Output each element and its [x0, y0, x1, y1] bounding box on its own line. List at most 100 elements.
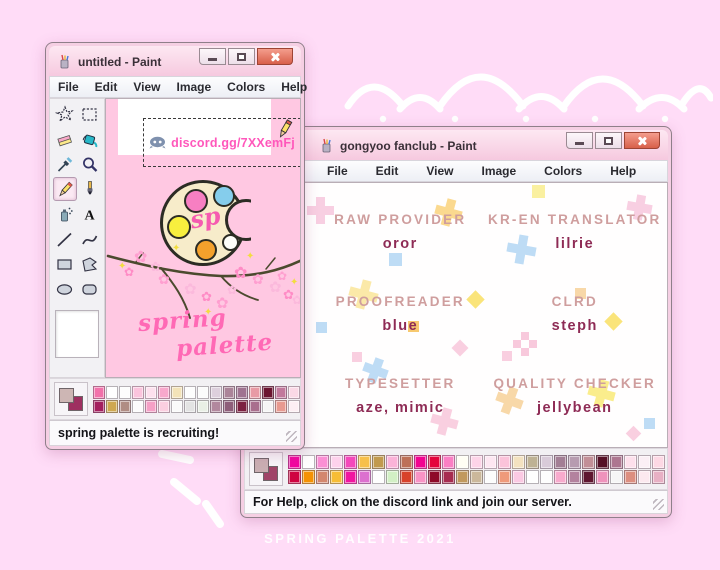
color-swatch[interactable] [93, 385, 105, 399]
color-swatch[interactable] [197, 399, 209, 413]
color-swatch[interactable] [512, 469, 525, 484]
color-swatch[interactable] [316, 454, 329, 469]
color-swatch[interactable] [93, 399, 105, 413]
color-swatch[interactable] [236, 399, 248, 413]
color-swatch[interactable] [249, 399, 261, 413]
color-swatch[interactable] [624, 454, 637, 469]
tool-ellipse[interactable] [53, 277, 77, 301]
color-swatch[interactable] [568, 469, 581, 484]
color-swatch[interactable] [275, 399, 287, 413]
color-swatch[interactable] [540, 454, 553, 469]
color-swatch[interactable] [582, 454, 595, 469]
color-swatch[interactable] [568, 454, 581, 469]
menu-item-file[interactable]: File [50, 80, 87, 94]
menu-item-image[interactable]: Image [168, 80, 219, 94]
tool-rectangle[interactable] [53, 252, 77, 276]
color-swatch[interactable] [145, 385, 157, 399]
color-swatch[interactable] [386, 469, 399, 484]
color-swatch[interactable] [414, 454, 427, 469]
menu-item-view[interactable]: View [125, 80, 168, 94]
tool-line[interactable] [53, 227, 77, 251]
color-swatch[interactable] [400, 469, 413, 484]
menu-item-help[interactable]: Help [273, 80, 315, 94]
tool-airbrush[interactable] [53, 202, 77, 226]
tool-fill[interactable] [78, 127, 102, 151]
color-swatch[interactable] [610, 469, 623, 484]
tool-brush[interactable] [78, 177, 102, 201]
tool-options-box[interactable] [55, 310, 99, 358]
color-swatch[interactable] [652, 469, 665, 484]
color-swatch[interactable] [275, 385, 287, 399]
color-swatch[interactable] [470, 454, 483, 469]
color-swatch[interactable] [512, 454, 525, 469]
color-swatch[interactable] [249, 385, 261, 399]
color-swatch[interactable] [158, 385, 170, 399]
color-swatch[interactable] [210, 399, 222, 413]
color-swatch[interactable] [288, 469, 301, 484]
color-swatch[interactable] [470, 469, 483, 484]
color-swatch[interactable] [210, 385, 222, 399]
color-swatch[interactable] [400, 454, 413, 469]
color-swatch[interactable] [582, 469, 595, 484]
color-swatch[interactable] [442, 469, 455, 484]
color-swatch[interactable] [526, 454, 539, 469]
color-swatch[interactable] [302, 454, 315, 469]
color-swatch[interactable] [498, 469, 511, 484]
color-swatch[interactable] [236, 385, 248, 399]
tool-color-picker[interactable] [53, 152, 77, 176]
tool-curve[interactable] [78, 227, 102, 251]
color-swatch[interactable] [456, 469, 469, 484]
color-swatch[interactable] [554, 469, 567, 484]
color-swatch[interactable] [638, 469, 651, 484]
minimize-button[interactable] [199, 48, 226, 65]
color-swatch[interactable] [119, 385, 131, 399]
menu-item-image[interactable]: Image [467, 164, 530, 178]
color-swatch[interactable] [638, 454, 651, 469]
color-swatch[interactable] [184, 385, 196, 399]
tool-magnifier[interactable] [78, 152, 102, 176]
color-swatch[interactable] [358, 469, 371, 484]
color-swatch[interactable] [386, 454, 399, 469]
resize-grip[interactable] [653, 499, 664, 510]
color-swatch[interactable] [262, 385, 274, 399]
color-swatch[interactable] [330, 454, 343, 469]
color-swatch[interactable] [652, 454, 665, 469]
menu-item-colors[interactable]: Colors [530, 164, 596, 178]
close-button[interactable] [257, 48, 293, 65]
color-swatch[interactable] [171, 399, 183, 413]
color-swatch[interactable] [223, 399, 235, 413]
color-swatch[interactable] [158, 399, 170, 413]
color-swatch[interactable] [526, 469, 539, 484]
color-swatch[interactable] [288, 454, 301, 469]
tool-eraser[interactable] [53, 127, 77, 151]
color-swatch[interactable] [223, 385, 235, 399]
color-swatch[interactable] [540, 469, 553, 484]
color-swatch[interactable] [171, 385, 183, 399]
right-titlebar[interactable]: gongyoo fanclub - Paint [244, 130, 668, 160]
color-swatch[interactable] [132, 399, 144, 413]
color-swatch[interactable] [197, 385, 209, 399]
color-swatch[interactable] [316, 469, 329, 484]
color-swatch[interactable] [330, 469, 343, 484]
color-swatch[interactable] [498, 454, 511, 469]
menu-item-edit[interactable]: Edit [87, 80, 126, 94]
color-swatch[interactable] [596, 454, 609, 469]
color-swatch[interactable] [484, 469, 497, 484]
menu-item-edit[interactable]: Edit [362, 164, 413, 178]
color-swatch[interactable] [554, 454, 567, 469]
tool-polygon[interactable] [78, 252, 102, 276]
left-canvas[interactable]: discord.gg/7XXemFj sp ✿ ✿ ✿ ✿ ✿ ✿ ✿ ✿ ✿ … [105, 98, 301, 378]
tool-select[interactable] [78, 102, 102, 126]
color-swatch[interactable] [610, 454, 623, 469]
maximize-button[interactable] [595, 132, 622, 149]
menu-item-help[interactable]: Help [596, 164, 650, 178]
color-swatch[interactable] [288, 399, 300, 413]
color-swatch[interactable] [358, 454, 371, 469]
menu-item-colors[interactable]: Colors [219, 80, 273, 94]
close-button[interactable] [624, 132, 660, 149]
color-swatch[interactable] [484, 454, 497, 469]
color-swatch[interactable] [302, 469, 315, 484]
color-swatch[interactable] [288, 385, 300, 399]
menu-item-view[interactable]: View [412, 164, 467, 178]
color-swatch[interactable] [456, 454, 469, 469]
